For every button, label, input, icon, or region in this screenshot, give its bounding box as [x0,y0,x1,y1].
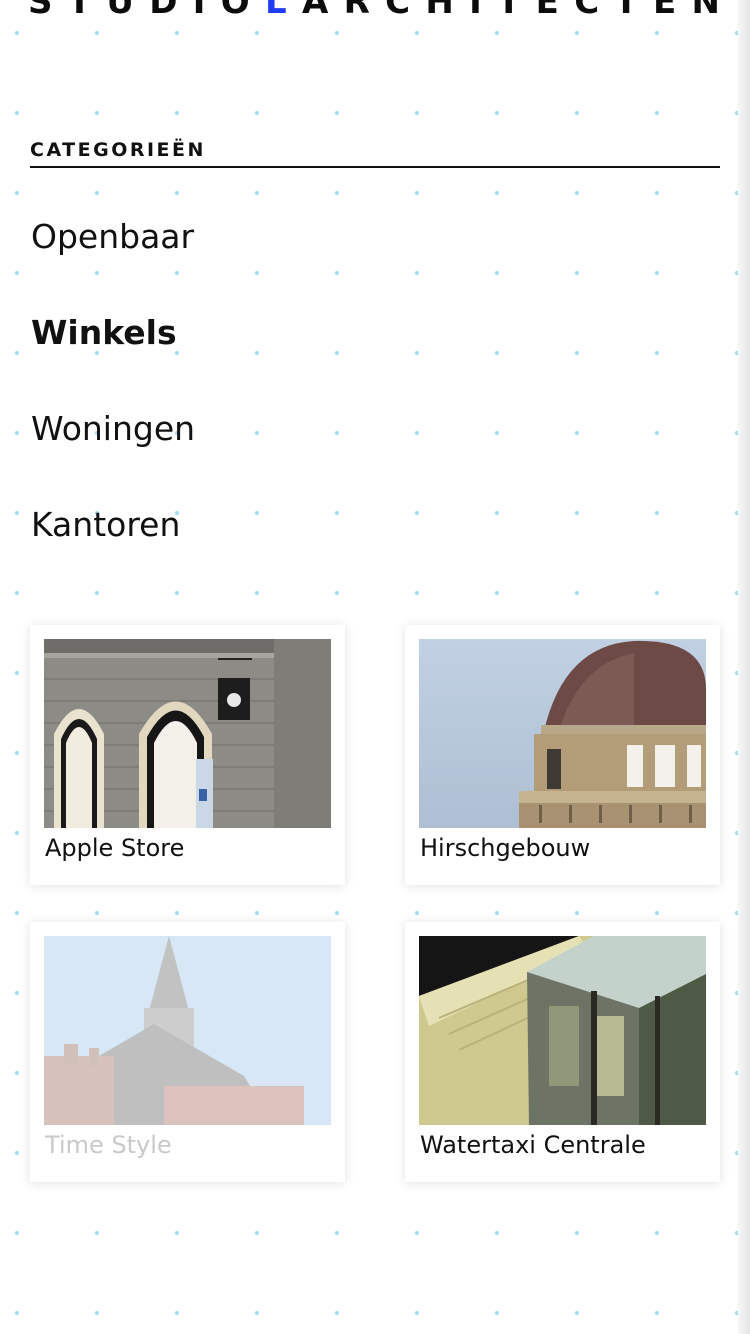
logo-letter: T [497,0,521,22]
logo-letter: C [574,0,600,22]
logo-letter: A [301,0,329,22]
category-item-openbaar[interactable]: Openbaar [31,205,195,301]
category-item-winkels[interactable]: Winkels [31,301,195,397]
logo-letter: C [385,0,411,22]
project-image-watertaxi-centrale [419,936,706,1125]
studio-logo[interactable]: S T U D I O L A R C H I T E C T E N [28,0,720,24]
project-title: Apple Store [45,834,185,862]
project-card-hirschgebouw[interactable]: Hirschgebouw [405,625,720,885]
project-card-time-style[interactable]: Time Style [30,922,345,1182]
project-image-apple-store [44,639,331,828]
scrollbar-edge [738,0,750,1334]
logo-letter: O [220,0,250,22]
logo-letter: T [67,0,92,22]
category-item-woningen[interactable]: Woningen [31,397,195,493]
logo-letter: E [535,0,559,22]
logo-letter: N [691,0,720,22]
project-card-apple-store[interactable]: Apple Store [30,625,345,885]
logo-letter: E [652,0,677,22]
logo-letter: T [614,0,638,22]
logo-letter-accent: L [264,0,287,22]
category-item-kantoren[interactable]: Kantoren [31,493,195,589]
project-image-time-style [44,936,331,1125]
project-title: Hirschgebouw [420,834,591,862]
category-list: Openbaar Winkels Woningen Kantoren [31,205,195,589]
project-image-hirschgebouw [419,639,706,828]
logo-letter: I [469,0,482,22]
logo-letter: R [343,0,370,22]
logo-letter: H [425,0,454,22]
categories-heading: CATEGORIEËN [30,138,720,168]
project-title: Watertaxi Centrale [420,1131,646,1159]
project-card-watertaxi-centrale[interactable]: Watertaxi Centrale [405,922,720,1182]
logo-letter: S [28,0,53,22]
project-title: Time Style [45,1131,172,1159]
logo-letter: U [106,0,134,22]
logo-letter: D [149,0,178,22]
page: S T U D I O L A R C H I T E C T E N CATE… [0,0,738,1334]
logo-letter: I [192,0,206,22]
